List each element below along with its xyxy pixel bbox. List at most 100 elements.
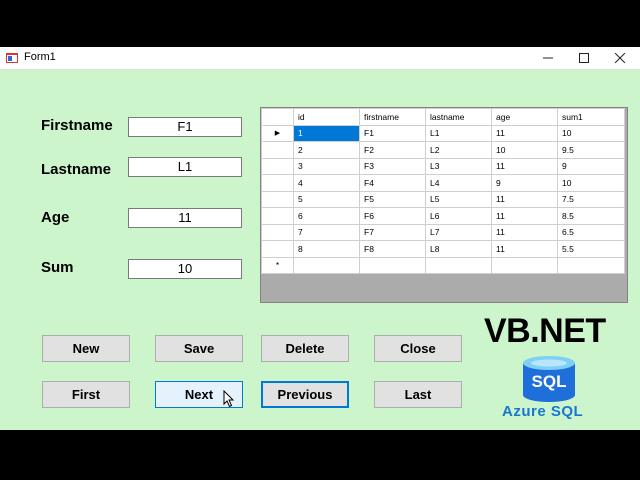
grid-cell[interactable]: 11 (491, 157, 558, 175)
new-button[interactable]: New (42, 335, 130, 362)
delete-button[interactable]: Delete (261, 335, 349, 362)
grid-cell[interactable]: 2 (293, 141, 360, 159)
table-row[interactable]: 3 F3 L3 11 9 (261, 157, 625, 175)
grid-cell[interactable]: 8.5 (557, 207, 625, 225)
grid-cell[interactable] (293, 256, 360, 274)
grid-cell[interactable]: F2 (359, 141, 426, 159)
table-row[interactable]: 7 F7 L7 11 6.5 (261, 223, 625, 241)
grid-cell[interactable]: 9 (557, 157, 625, 175)
grid-cell[interactable]: 11 (491, 207, 558, 225)
data-grid[interactable]: id firstname lastname age sum1 ▶ 1 F1 L1… (260, 107, 628, 303)
grid-cell[interactable]: 9.5 (557, 141, 625, 159)
grid-cell[interactable]: L2 (425, 141, 492, 159)
close-icon (615, 53, 625, 63)
table-row[interactable]: ▶ 1 F1 L1 11 10 (261, 124, 625, 142)
row-header[interactable] (261, 207, 294, 225)
title-bar[interactable]: Form1 (0, 47, 640, 70)
column-header-lastname[interactable]: lastname (425, 108, 492, 126)
grid-cell[interactable]: 8 (293, 240, 360, 258)
new-row[interactable]: * (261, 256, 625, 274)
grid-cell[interactable] (557, 256, 625, 274)
column-header-sum1[interactable]: sum1 (557, 108, 625, 126)
close-window-button[interactable] (602, 47, 638, 69)
row-header[interactable] (261, 157, 294, 175)
grid-cell[interactable]: 10 (557, 124, 625, 142)
close-button[interactable]: Close (374, 335, 462, 362)
mouse-cursor-icon (223, 390, 235, 408)
row-header[interactable] (261, 174, 294, 192)
grid-cell[interactable]: 11 (491, 240, 558, 258)
grid-cell[interactable]: 11 (491, 190, 558, 208)
grid-cell[interactable]: F6 (359, 207, 426, 225)
grid-cell[interactable]: L8 (425, 240, 492, 258)
grid-cell[interactable] (491, 256, 558, 274)
age-label: Age (41, 209, 70, 226)
grid-cell[interactable]: L7 (425, 223, 492, 241)
grid-cell[interactable]: L3 (425, 157, 492, 175)
sum-field[interactable]: 10 (128, 259, 242, 279)
column-header-id[interactable]: id (293, 108, 360, 126)
firstname-label: Firstname (41, 117, 113, 134)
table-row[interactable]: 2 F2 L2 10 9.5 (261, 141, 625, 159)
current-row-indicator[interactable]: ▶ (261, 124, 294, 142)
grid-cell[interactable]: 7 (293, 223, 360, 241)
table-row[interactable]: 8 F8 L8 11 5.5 (261, 240, 625, 258)
grid-cell[interactable]: 1 (293, 124, 360, 142)
save-button[interactable]: Save (155, 335, 243, 362)
grid-cell[interactable]: 5 (293, 190, 360, 208)
sql-database-logo: SQL (521, 355, 577, 403)
row-header[interactable] (261, 141, 294, 159)
new-row-indicator[interactable]: * (261, 256, 294, 274)
grid-cell[interactable]: 11 (491, 223, 558, 241)
grid-cell[interactable]: L5 (425, 190, 492, 208)
lastname-label: Lastname (41, 161, 112, 178)
sql-badge-text: SQL (531, 372, 567, 391)
row-header[interactable] (261, 190, 294, 208)
row-header[interactable] (261, 240, 294, 258)
grid-cell[interactable]: F8 (359, 240, 426, 258)
grid-cell[interactable]: 11 (491, 124, 558, 142)
grid-cell[interactable] (425, 256, 492, 274)
grid-header-row: id firstname lastname age sum1 (261, 108, 625, 126)
grid-cell[interactable]: F5 (359, 190, 426, 208)
next-button-label: Next (184, 387, 214, 402)
table-row[interactable]: 5 F5 L5 11 7.5 (261, 190, 625, 208)
grid-cell[interactable] (359, 256, 426, 274)
grid-cell[interactable]: L6 (425, 207, 492, 225)
grid-cell[interactable]: 5.5 (557, 240, 625, 258)
grid-cell[interactable]: 9 (491, 174, 558, 192)
grid-cell[interactable]: 7.5 (557, 190, 625, 208)
azure-sql-text: Azure SQL (502, 403, 584, 420)
grid-cell[interactable]: 3 (293, 157, 360, 175)
grid-cell[interactable]: 4 (293, 174, 360, 192)
previous-button[interactable]: Previous (261, 381, 349, 408)
column-header-firstname[interactable]: firstname (359, 108, 426, 126)
app-icon (6, 53, 18, 63)
maximize-button[interactable] (566, 47, 602, 69)
minimize-button[interactable] (530, 47, 566, 69)
grid-cell[interactable]: F3 (359, 157, 426, 175)
bottom-black-bar (0, 430, 640, 480)
sum-label: Sum (41, 259, 74, 276)
firstname-field[interactable]: F1 (128, 117, 242, 137)
grid-cell[interactable]: L4 (425, 174, 492, 192)
table-row[interactable]: 4 F4 L4 9 10 (261, 174, 625, 192)
grid-cell[interactable]: 10 (557, 174, 625, 192)
grid-cell[interactable]: 10 (491, 141, 558, 159)
table-row[interactable]: 6 F6 L6 11 8.5 (261, 207, 625, 225)
grid-corner-header[interactable] (261, 108, 294, 126)
grid-cell[interactable]: 6.5 (557, 223, 625, 241)
grid-cell[interactable]: 6 (293, 207, 360, 225)
grid-cell[interactable]: F4 (359, 174, 426, 192)
column-header-age[interactable]: age (491, 108, 558, 126)
grid-cell[interactable]: F1 (359, 124, 426, 142)
lastname-field[interactable]: L1 (128, 157, 242, 177)
grid-cell[interactable]: L1 (425, 124, 492, 142)
form-window: Form1 Firstname F1 Lastname L1 Age 11 Su… (0, 47, 640, 430)
row-header[interactable] (261, 223, 294, 241)
age-field[interactable]: 11 (128, 208, 242, 228)
first-button[interactable]: First (42, 381, 130, 408)
grid-cell[interactable]: F7 (359, 223, 426, 241)
last-button[interactable]: Last (374, 381, 462, 408)
vbnet-logo-text: VB.NET (484, 312, 606, 350)
